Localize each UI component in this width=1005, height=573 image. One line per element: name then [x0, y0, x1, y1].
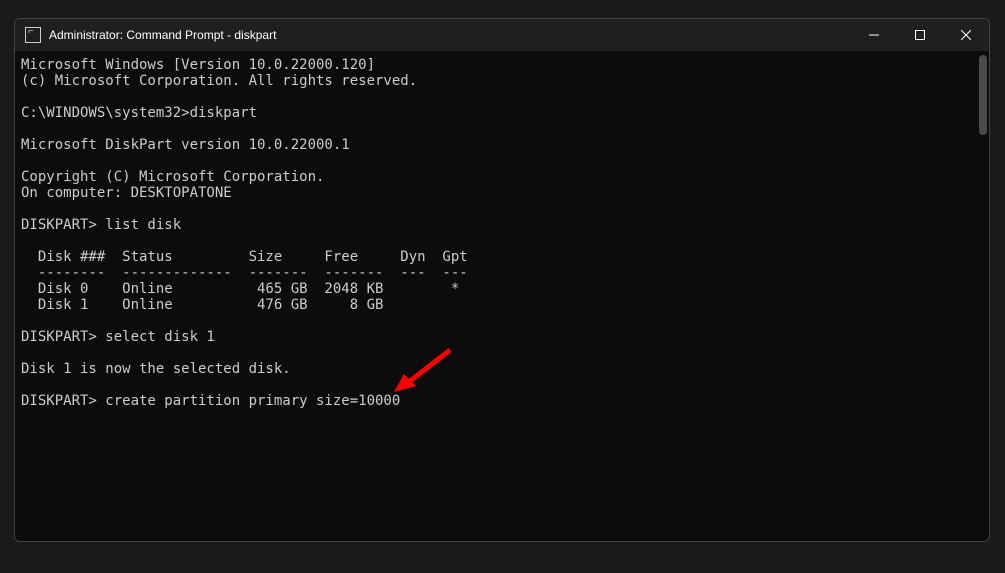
terminal-body[interactable]: Microsoft Windows [Version 10.0.22000.12… [15, 51, 989, 541]
terminal-content: Microsoft Windows [Version 10.0.22000.12… [21, 57, 983, 409]
minimize-button[interactable] [851, 19, 897, 51]
command: list disk [97, 217, 181, 233]
output-line: On computer: DESKTOPATONE [21, 185, 232, 201]
prompt: DISKPART> [21, 329, 97, 345]
table-row: Disk 1 Online 476 GB 8 GB [21, 297, 383, 313]
cmd-icon [25, 27, 41, 43]
prompt: DISKPART> [21, 217, 97, 233]
prompt: C:\WINDOWS\system32> [21, 105, 190, 121]
output-line: (c) Microsoft Corporation. All rights re… [21, 73, 417, 89]
output-line: Copyright (C) Microsoft Corporation. [21, 169, 324, 185]
close-button[interactable] [943, 19, 989, 51]
window-controls [851, 19, 989, 51]
output-line: Disk 1 is now the selected disk. [21, 361, 291, 377]
output-line: Microsoft Windows [Version 10.0.22000.12… [21, 57, 375, 73]
command-prompt-window: Administrator: Command Prompt - diskpart… [14, 18, 990, 542]
table-row: Disk 0 Online 465 GB 2048 KB * [21, 281, 459, 297]
command: select disk 1 [97, 329, 215, 345]
window-title: Administrator: Command Prompt - diskpart [49, 28, 276, 42]
output-line: Microsoft DiskPart version 10.0.22000.1 [21, 137, 350, 153]
table-header: Disk ### Status Size Free Dyn Gpt [21, 249, 468, 265]
prompt: DISKPART> [21, 393, 97, 409]
titlebar[interactable]: Administrator: Command Prompt - diskpart [15, 19, 989, 51]
table-divider: -------- ------------- ------- ------- -… [21, 265, 468, 281]
scrollbar[interactable] [979, 55, 987, 135]
maximize-button[interactable] [897, 19, 943, 51]
command: diskpart [190, 105, 257, 121]
command: create partition primary size=10000 [97, 393, 400, 409]
